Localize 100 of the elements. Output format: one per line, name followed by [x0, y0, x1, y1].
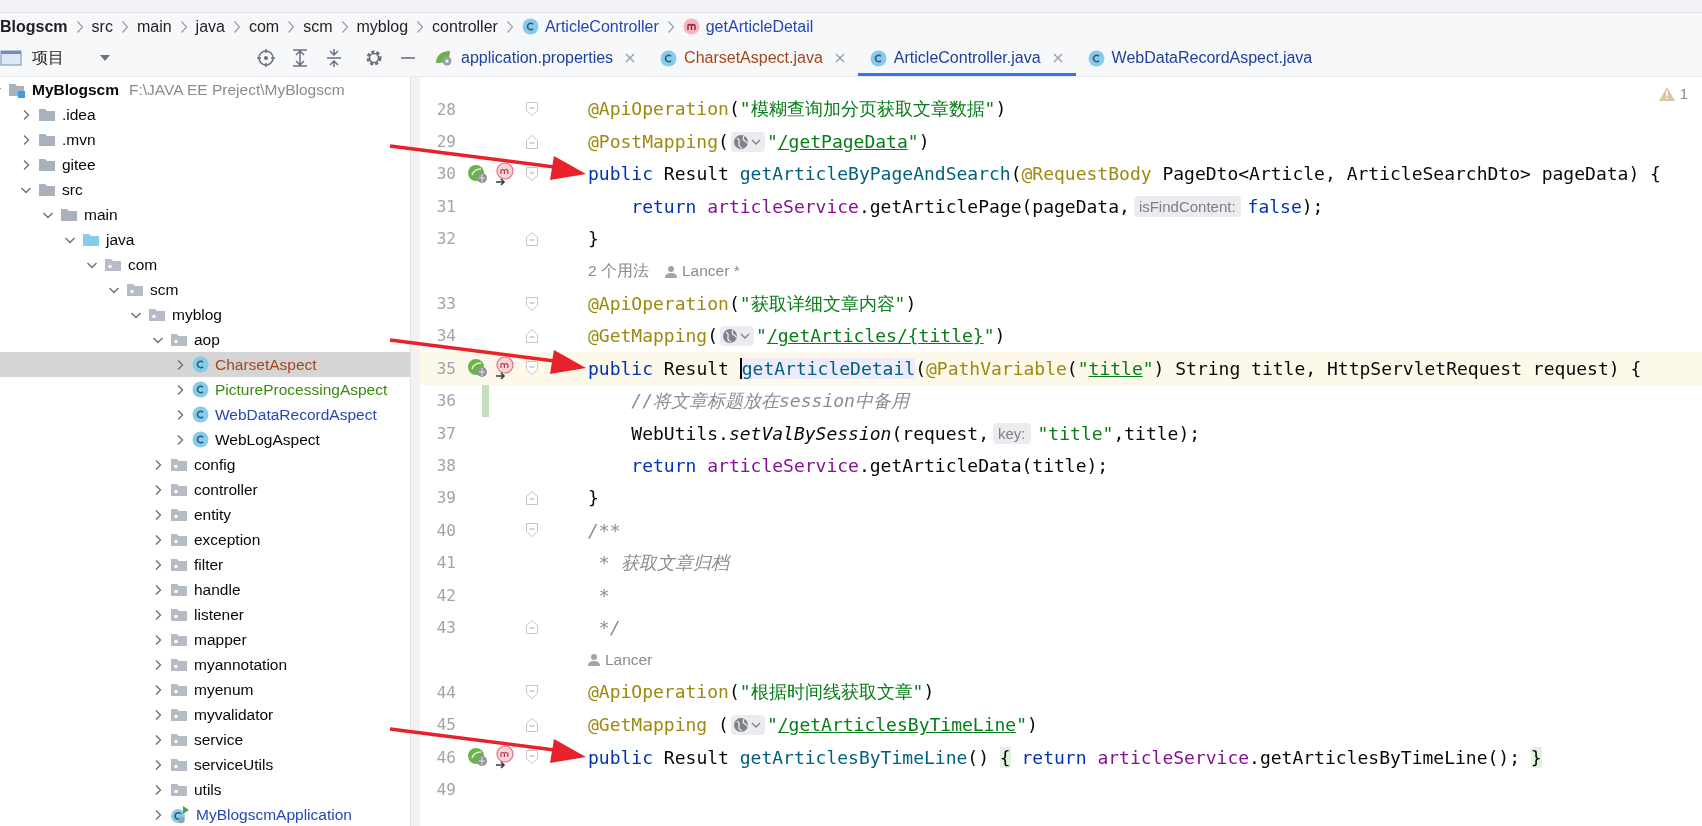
- globe-icon[interactable]: [730, 714, 765, 735]
- breadcrumb-item[interactable]: main: [136, 17, 172, 36]
- editor-tab[interactable]: CharsetAspect.java: [648, 40, 858, 76]
- project-view-dropdown[interactable]: 项目: [0, 47, 118, 69]
- package-folder-icon: [170, 506, 188, 523]
- line-number: 35: [435, 358, 457, 378]
- chevron-right-icon: [666, 19, 675, 34]
- fold-marker-icon[interactable]: [525, 230, 539, 247]
- package-folder-icon: [170, 556, 188, 573]
- project-path: F:\JAVA EE Preject\MyBlogscm: [129, 80, 345, 99]
- tree-item[interactable]: listener: [0, 602, 410, 627]
- tree-item[interactable]: CharsetAspect: [0, 352, 410, 377]
- fold-marker-icon[interactable]: [525, 295, 539, 312]
- globe-icon[interactable]: [720, 325, 755, 346]
- tree-item[interactable]: java: [0, 227, 410, 252]
- line-number: 30: [435, 164, 457, 184]
- breadcrumb-item[interactable]: src: [91, 17, 113, 36]
- breadcrumb-item[interactable]: getArticleDetail: [682, 17, 814, 36]
- editor-tab[interactable]: application.properties: [422, 40, 649, 76]
- class-icon: [869, 49, 887, 67]
- settings-icon[interactable]: [364, 48, 384, 68]
- tree-item[interactable]: .idea: [0, 102, 410, 127]
- tree-item[interactable]: PictureProcessingAspect: [0, 377, 410, 402]
- tree-item[interactable]: service: [0, 727, 410, 752]
- fold-marker-icon[interactable]: [525, 165, 539, 182]
- fold-marker-icon[interactable]: [525, 101, 539, 118]
- fold-marker-icon[interactable]: [525, 619, 539, 636]
- fold-marker-icon[interactable]: [525, 749, 539, 765]
- line-number: 37: [435, 423, 457, 443]
- breadcrumb-item[interactable]: com: [248, 17, 280, 36]
- class-icon: [192, 356, 209, 373]
- tree-item[interactable]: aop: [0, 327, 410, 352]
- tree-item[interactable]: WebLogAspect: [0, 427, 410, 452]
- tree-item[interactable]: scm: [0, 277, 410, 302]
- tree-item[interactable]: src: [0, 177, 410, 202]
- breadcrumb-item[interactable]: Blogscm: [0, 17, 68, 36]
- close-icon[interactable]: [1051, 52, 1064, 64]
- expand-all-icon[interactable]: [290, 48, 310, 68]
- code-text: @GetMapping (: [588, 714, 729, 736]
- tree-item-label: .mvn: [62, 130, 96, 149]
- usages-hint[interactable]: 2 个用法: [588, 260, 649, 282]
- fold-marker-icon[interactable]: [525, 522, 539, 539]
- tree-item[interactable]: myenum: [0, 677, 410, 702]
- breadcrumb-item[interactable]: java: [195, 17, 225, 36]
- close-icon[interactable]: [624, 52, 637, 64]
- tree-item[interactable]: main: [0, 202, 410, 227]
- breadcrumb-item[interactable]: scm: [303, 17, 333, 36]
- tree-item[interactable]: serviceUtils: [0, 752, 410, 777]
- breadcrumb-item[interactable]: myblog: [356, 17, 409, 36]
- collapse-all-icon[interactable]: [324, 48, 344, 68]
- author-hint[interactable]: Lancer: [605, 650, 653, 669]
- tree-item[interactable]: MyBlogscm F:\JAVA EE Preject\MyBlogscm: [0, 77, 410, 102]
- tree-item[interactable]: myvalidator: [0, 702, 410, 727]
- chevron-right-icon: [232, 19, 241, 34]
- crosshair-icon[interactable]: [256, 48, 276, 68]
- code-text: "title",title);: [1037, 422, 1201, 444]
- line-number: 40: [435, 520, 457, 540]
- fold-marker-icon[interactable]: [525, 327, 539, 344]
- folder-icon: [38, 156, 56, 173]
- package-folder-icon: [170, 706, 188, 723]
- close-icon[interactable]: [833, 52, 846, 64]
- tree-item[interactable]: MyBlogscmApplication: [0, 802, 410, 826]
- tree-item[interactable]: myblog: [0, 302, 410, 327]
- globe-icon[interactable]: [730, 131, 765, 152]
- tree-item[interactable]: WebDataRecordAspect: [0, 402, 410, 427]
- tree-item[interactable]: com: [0, 252, 410, 277]
- tree-item[interactable]: .mvn: [0, 127, 410, 152]
- warning-count[interactable]: 1: [1679, 85, 1688, 102]
- tree-item[interactable]: myannotation: [0, 652, 410, 677]
- tree-item[interactable]: config: [0, 452, 410, 477]
- scrollbar[interactable]: [410, 77, 420, 826]
- change-marker[interactable]: [482, 384, 489, 417]
- tree-item-label: listener: [194, 605, 244, 624]
- tree-item[interactable]: mapper: [0, 627, 410, 652]
- line-number: 41: [435, 553, 457, 573]
- editor-tab[interactable]: WebDataRecordAspect.java: [1075, 40, 1325, 76]
- author-hint[interactable]: Lancer *: [681, 262, 740, 281]
- fold-marker-icon[interactable]: [525, 684, 539, 701]
- tree-item-label: scm: [150, 280, 179, 299]
- tree-item-label: MyBlogscm: [32, 80, 119, 99]
- breadcrumb-item[interactable]: ArticleController: [521, 17, 659, 36]
- tree-item-label: main: [84, 205, 118, 224]
- tree-item[interactable]: controller: [0, 477, 410, 502]
- tree-item-label: WebLogAspect: [215, 430, 320, 449]
- class-icon: [192, 406, 209, 423]
- tree-item[interactable]: gitee: [0, 152, 410, 177]
- tree-item[interactable]: utils: [0, 777, 410, 802]
- package-folder-icon: [104, 256, 122, 273]
- fold-marker-icon[interactable]: [525, 133, 539, 150]
- fold-marker-icon[interactable]: [525, 489, 539, 506]
- tree-item[interactable]: entity: [0, 502, 410, 527]
- folder-icon: [38, 181, 56, 198]
- tree-item[interactable]: handle: [0, 577, 410, 602]
- fold-marker-icon[interactable]: [525, 360, 539, 377]
- code-text: false);: [1247, 195, 1324, 217]
- tree-item[interactable]: filter: [0, 552, 410, 577]
- tree-item[interactable]: exception: [0, 527, 410, 552]
- breadcrumb-item[interactable]: controller: [432, 17, 498, 36]
- parameter-hint: key:: [993, 422, 1031, 444]
- fold-marker-icon[interactable]: [525, 716, 539, 733]
